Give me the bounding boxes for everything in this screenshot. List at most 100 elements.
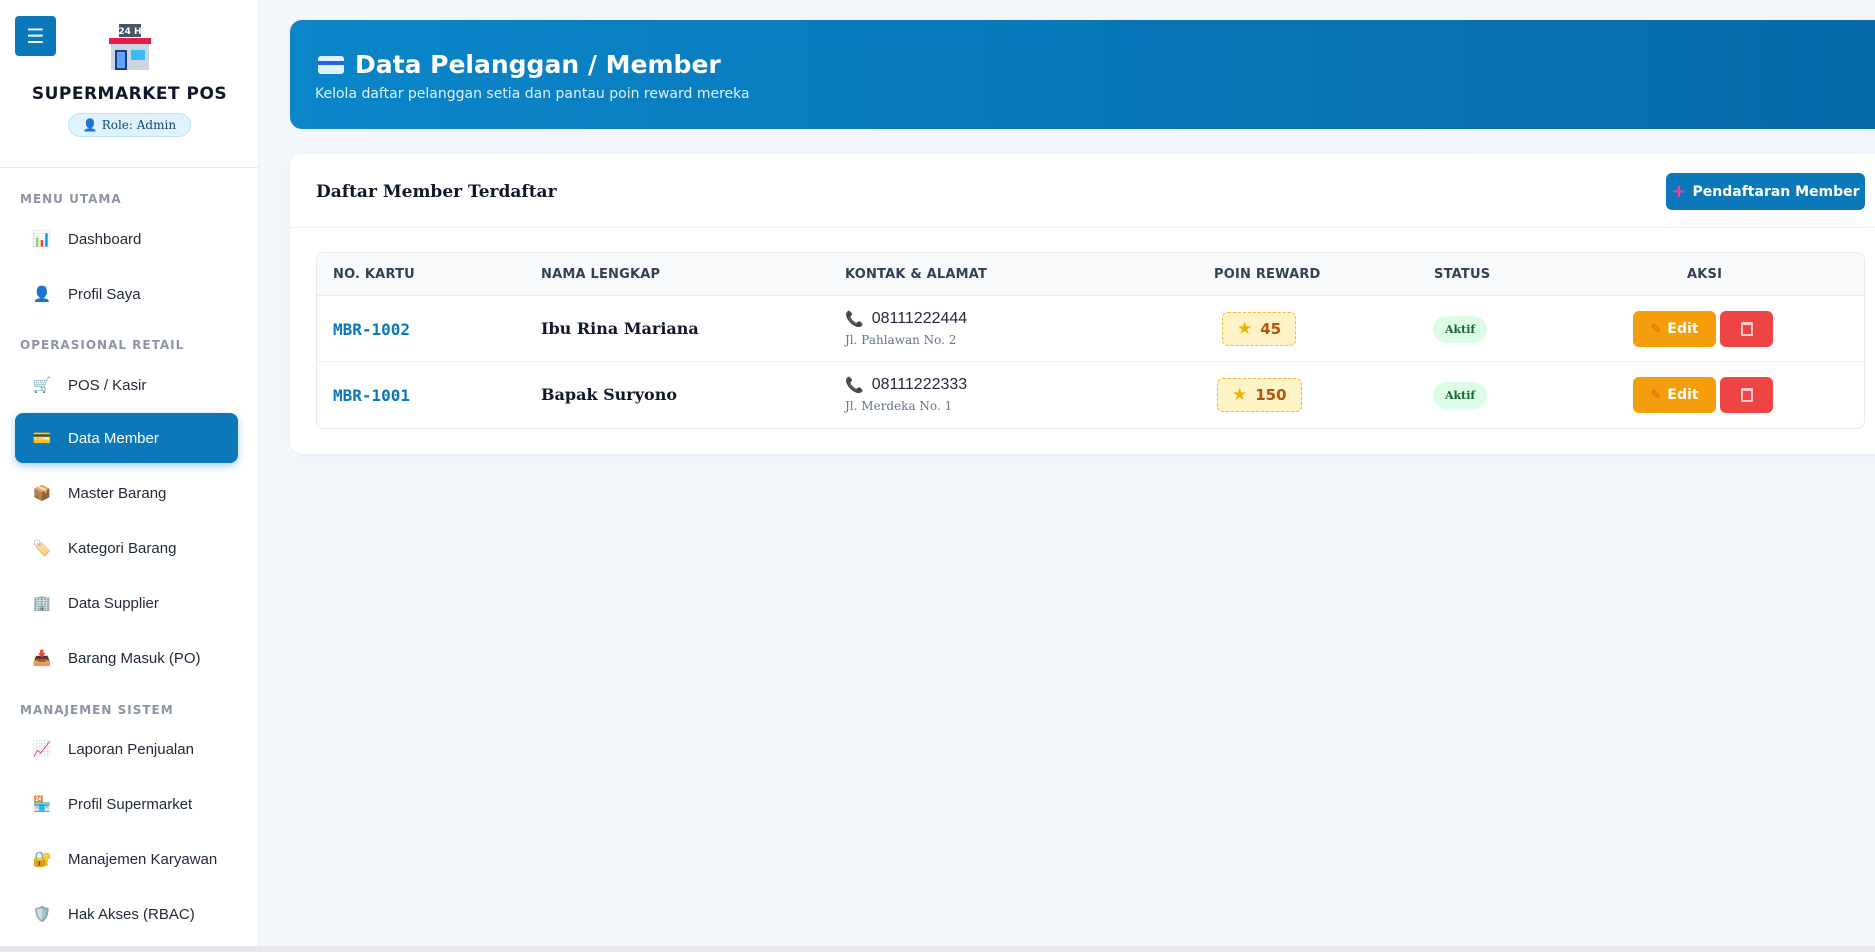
sidebar-item-barang-masuk[interactable]: 📥 Barang Masuk (PO) <box>15 633 238 683</box>
tag-icon: 🏷️ <box>32 540 52 557</box>
sidebar-item-pos-kasir[interactable]: 🛒 POS / Kasir <box>15 360 238 410</box>
inbox-icon: 📥 <box>32 650 52 667</box>
star-icon: ★ <box>1237 319 1253 339</box>
delete-button[interactable] <box>1720 311 1773 347</box>
section-title-manajemen-sistem: MANAJEMEN SISTEM <box>20 703 174 717</box>
sidebar-item-label: POS / Kasir <box>68 376 147 394</box>
edit-button[interactable]: ✎ Edit <box>1633 311 1716 347</box>
points-badge: ★ 45 <box>1222 312 1297 346</box>
trash-icon <box>1740 388 1753 402</box>
sidebar-nav: MENU UTAMA 📊 Dashboard 👤 Profil Saya OPE… <box>0 168 250 952</box>
add-member-label: Pendaftaran Member <box>1692 183 1860 200</box>
col-header-status: STATUS <box>1434 267 1491 282</box>
sidebar-item-profil-supermarket[interactable]: 🏪 Profil Supermarket <box>15 779 238 829</box>
member-name: Bapak Suryono <box>541 385 677 404</box>
horizontal-scrollbar[interactable] <box>0 946 1875 952</box>
package-icon: 📦 <box>32 485 52 502</box>
phone-line: 📞 08111222444 <box>845 310 967 328</box>
members-table: NO. KARTU NAMA LENGKAP KONTAK & ALAMAT P… <box>316 252 1865 429</box>
cart-icon: 🛒 <box>32 377 52 394</box>
pencil-icon: ✎ <box>1650 321 1662 337</box>
table-row: MBR-1001 Bapak Suryono 📞 08111222333 Jl.… <box>317 362 1864 428</box>
card-number[interactable]: MBR-1002 <box>333 320 410 339</box>
sidebar-item-manajemen-karyawan[interactable]: 🔐 Manajemen Karyawan <box>15 834 238 884</box>
sidebar-item-label: Manajemen Karyawan <box>68 850 218 868</box>
store-icon: 🏪 <box>32 796 52 813</box>
logo-text: 24 H <box>118 27 141 37</box>
points-value: 150 <box>1255 386 1287 404</box>
lock-icon: 🔐 <box>32 851 52 868</box>
status-badge: Aktif <box>1433 316 1488 343</box>
col-header-name: NAMA LENGKAP <box>541 267 661 282</box>
section-title-operasional-retail: OPERASIONAL RETAIL <box>20 338 185 352</box>
sidebar-item-hak-akses[interactable]: 🛡️ Hak Akses (RBAC) <box>15 889 238 939</box>
sidebar-item-label: Barang Masuk (PO) <box>68 649 201 667</box>
sidebar: ☰ 24 H SUPERMARKET POS 👤 Role: Admin MEN… <box>0 0 259 952</box>
user-icon: 👤 <box>82 118 98 132</box>
pencil-icon: ✎ <box>1650 387 1662 403</box>
table-header: NO. KARTU NAMA LENGKAP KONTAK & ALAMAT P… <box>317 253 1864 296</box>
building-icon: 🏢 <box>32 595 52 612</box>
add-member-button[interactable]: + Pendaftaran Member <box>1666 173 1865 210</box>
phone-number: 08111222333 <box>871 376 968 393</box>
phone-icon: 📞 <box>845 311 864 328</box>
page-title-row: Data Pelanggan / Member <box>318 50 721 79</box>
sidebar-item-label: Data Supplier <box>68 594 159 612</box>
sidebar-item-label: Kategori Barang <box>68 539 177 557</box>
credit-card-icon <box>318 55 344 74</box>
sidebar-item-label: Master Barang <box>68 484 167 502</box>
bar-chart-icon: 📊 <box>32 231 52 248</box>
plus-icon: + <box>1671 180 1687 202</box>
member-name: Ibu Rina Mariana <box>541 319 699 338</box>
phone-number: 08111222444 <box>871 310 968 327</box>
card-header: Daftar Member Terdaftar + Pendaftaran Me… <box>290 154 1875 228</box>
sidebar-item-label: Data Member <box>68 429 159 447</box>
address: Jl. Pahlawan No. 2 <box>845 333 957 347</box>
sidebar-item-label: Laporan Penjualan <box>68 740 194 758</box>
store-logo-icon: 24 H <box>105 24 155 72</box>
star-icon: ★ <box>1232 385 1248 405</box>
brand: 24 H SUPERMARKET POS 👤 Role: Admin <box>0 24 259 137</box>
card-number[interactable]: MBR-1001 <box>333 386 410 405</box>
phone-icon: 📞 <box>845 377 864 394</box>
sidebar-item-label: Profil Saya <box>68 285 141 303</box>
points-value: 45 <box>1260 320 1282 338</box>
brand-title: SUPERMARKET POS <box>31 84 228 104</box>
sidebar-item-kategori-barang[interactable]: 🏷️ Kategori Barang <box>15 523 238 573</box>
credit-card-icon: 💳 <box>32 430 52 447</box>
sidebar-item-data-supplier[interactable]: 🏢 Data Supplier <box>15 578 238 628</box>
phone-line: 📞 08111222333 <box>845 376 967 394</box>
page-header: Data Pelanggan / Member Kelola daftar pe… <box>290 20 1875 129</box>
col-header-points: POIN REWARD <box>1214 267 1321 282</box>
points-badge: ★ 150 <box>1217 378 1302 412</box>
col-header-contact: KONTAK & ALAMAT <box>845 267 988 282</box>
sidebar-item-master-barang[interactable]: 📦 Master Barang <box>15 468 238 518</box>
line-chart-icon: 📈 <box>32 741 52 758</box>
delete-button[interactable] <box>1720 377 1773 413</box>
contact-cell: 📞 08111222333 Jl. Merdeka No. 1 <box>845 376 967 413</box>
role-badge: 👤 Role: Admin <box>67 113 192 137</box>
sidebar-item-profil-saya[interactable]: 👤 Profil Saya <box>15 269 238 319</box>
sidebar-item-data-member[interactable]: 💳 Data Member <box>15 413 238 463</box>
card-title: Daftar Member Terdaftar <box>316 182 557 202</box>
col-header-actions: AKSI <box>1687 267 1723 282</box>
sidebar-item-label: Profil Supermarket <box>68 795 193 813</box>
shield-icon: 🛡️ <box>32 906 52 923</box>
page-title: Data Pelanggan / Member <box>355 50 721 79</box>
members-card: Daftar Member Terdaftar + Pendaftaran Me… <box>290 154 1875 454</box>
sidebar-item-dashboard[interactable]: 📊 Dashboard <box>15 214 238 264</box>
status-badge: Aktif <box>1433 382 1488 409</box>
section-title-menu-utama: MENU UTAMA <box>20 192 122 206</box>
edit-label: Edit <box>1667 321 1699 337</box>
page-subtitle: Kelola daftar pelanggan setia dan pantau… <box>315 86 750 102</box>
trash-icon <box>1740 322 1753 336</box>
sidebar-item-laporan-penjualan[interactable]: 📈 Laporan Penjualan <box>15 724 238 774</box>
contact-cell: 📞 08111222444 Jl. Pahlawan No. 2 <box>845 310 967 347</box>
table-row: MBR-1002 Ibu Rina Mariana 📞 08111222444 … <box>317 296 1864 362</box>
address: Jl. Merdeka No. 1 <box>845 399 953 413</box>
role-label: Role: Admin <box>101 118 177 132</box>
sidebar-item-label: Hak Akses (RBAC) <box>68 905 195 923</box>
edit-label: Edit <box>1667 387 1699 403</box>
user-icon: 👤 <box>32 286 52 303</box>
edit-button[interactable]: ✎ Edit <box>1633 377 1716 413</box>
